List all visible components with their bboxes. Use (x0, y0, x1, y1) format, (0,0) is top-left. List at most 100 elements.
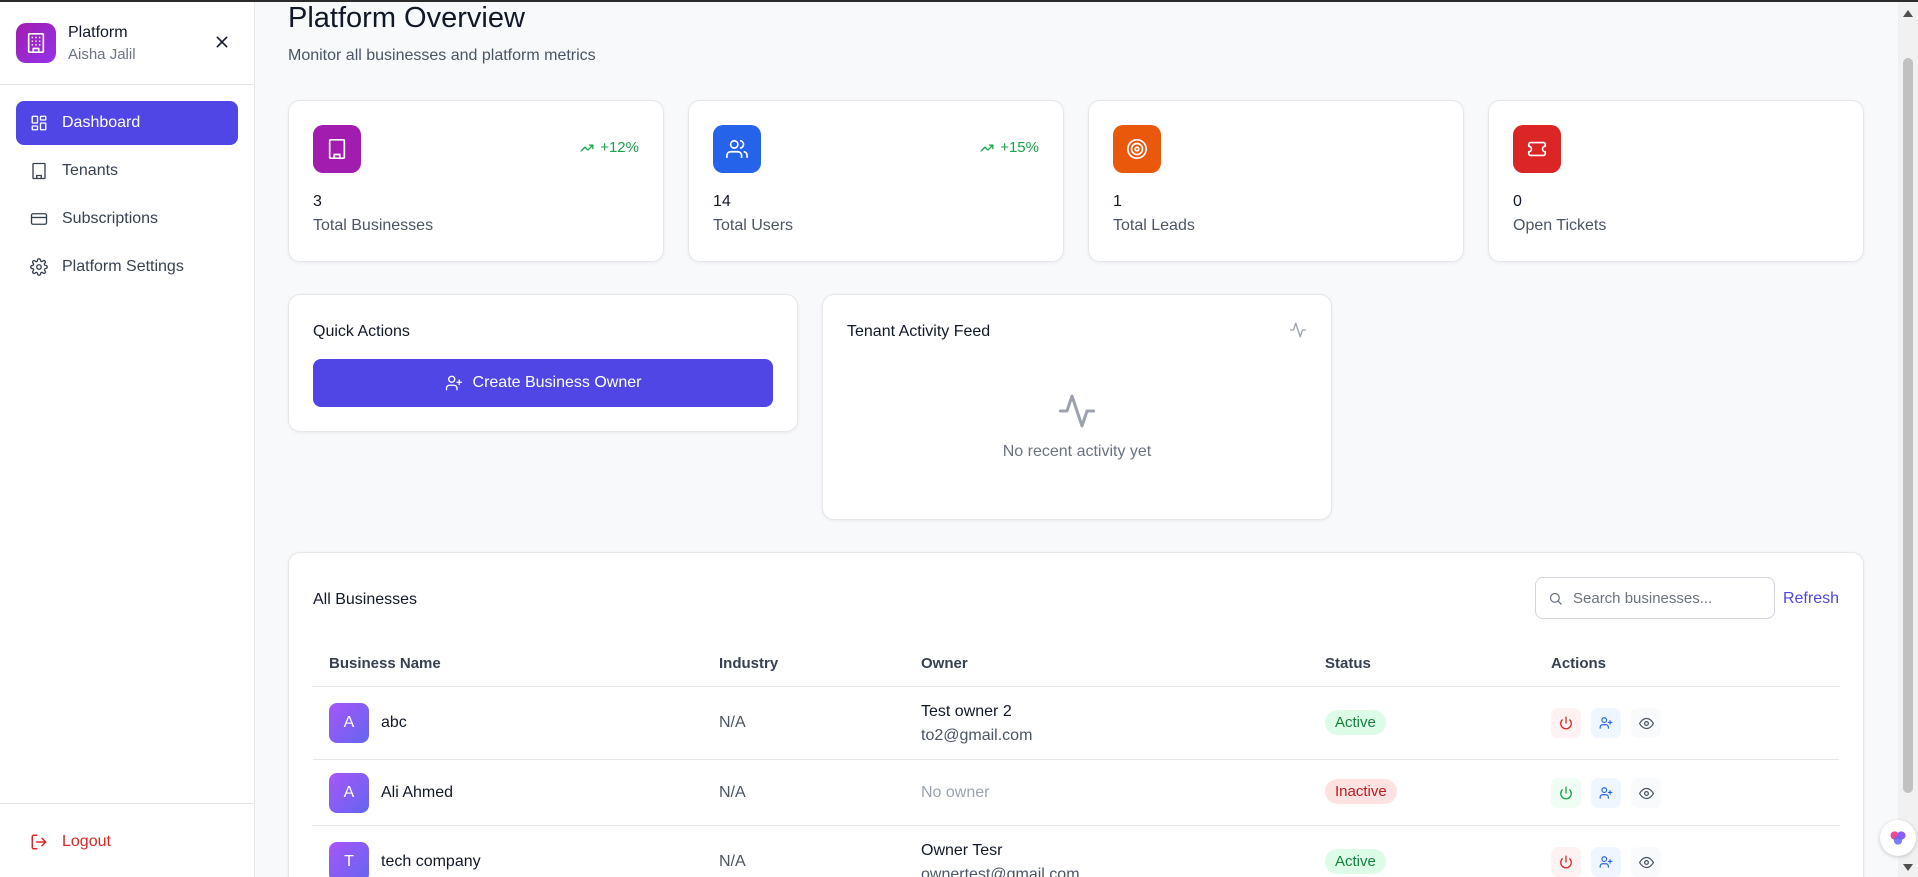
user-plus-icon (1599, 787, 1613, 799)
assign-owner-button[interactable] (1591, 847, 1621, 877)
trend-indicator: +12% (580, 139, 639, 156)
card-title: Tenant Activity Feed (847, 323, 991, 340)
industry: N/A (719, 784, 746, 801)
owner-name: No owner (921, 784, 990, 801)
status-badge: Inactive (1325, 779, 1397, 804)
power-icon (1560, 786, 1572, 800)
building-icon (32, 162, 46, 180)
trending-up-icon (580, 143, 594, 152)
refresh-button[interactable]: Refresh (1783, 590, 1839, 608)
scroll-thumb[interactable] (1903, 58, 1913, 793)
eye-icon (1638, 717, 1654, 729)
credit-card-icon (30, 213, 48, 225)
search-input[interactable] (1573, 589, 1753, 607)
owner-email: ownertest@gmail.com (921, 866, 1080, 877)
empty-state-text: No recent activity yet (1002, 443, 1152, 460)
stat-value: 0 (1513, 193, 1522, 210)
sidebar-nav: Dashboard Tenants Subscriptions Platform… (0, 85, 254, 305)
user-plus-icon (445, 375, 462, 391)
card-title: Quick Actions (313, 323, 410, 340)
grid-icon (31, 115, 47, 131)
stat-label: Open Tickets (1513, 217, 1607, 234)
stat-card-tickets: 0 Open Tickets (1488, 100, 1864, 262)
avatar: A (329, 773, 369, 813)
stat-value: 3 (313, 193, 322, 210)
trend-indicator: +15% (980, 139, 1039, 156)
sidebar-item-tenants[interactable]: Tenants (16, 149, 238, 193)
card-title: All Businesses (313, 591, 418, 608)
building-icon (313, 125, 361, 173)
scroll-up-arrow[interactable] (1903, 10, 1913, 17)
stat-label: Total Users (713, 217, 794, 234)
view-button[interactable] (1631, 708, 1661, 738)
power-icon (1560, 855, 1572, 869)
table-row: A Ali Ahmed N/A No owner Inactive (313, 760, 1839, 826)
stat-value: 14 (713, 193, 731, 210)
close-icon[interactable] (212, 32, 232, 52)
page-scrollbar[interactable] (1898, 2, 1918, 877)
page-subtitle: Monitor all businesses and platform metr… (288, 47, 596, 64)
status-badge: Active (1325, 849, 1386, 874)
toggle-status-button[interactable] (1551, 708, 1581, 738)
sidebar: Platform Aisha Jalil Dashboard Tenants S… (0, 2, 255, 877)
column-header: Industry (719, 655, 779, 672)
logout-button[interactable]: Logout (0, 803, 254, 877)
business-name: Ali Ahmed (381, 784, 454, 801)
activity-icon (1057, 391, 1097, 436)
eye-icon (1638, 787, 1654, 799)
column-header: Owner (921, 655, 968, 672)
toggle-status-button[interactable] (1551, 847, 1581, 877)
activity-icon (1289, 321, 1307, 344)
business-name: abc (381, 714, 407, 731)
owner-name: Test owner 2 (921, 703, 1012, 720)
user-plus-icon (1599, 856, 1613, 868)
ticket-icon (1513, 125, 1561, 173)
table-row: A abc N/A Test owner 2 to2@gmail.com Act… (313, 687, 1839, 760)
stat-value: 1 (1113, 193, 1122, 210)
owner-name: Owner Tesr (921, 842, 1003, 859)
view-button[interactable] (1631, 847, 1661, 877)
brand-title: Platform (68, 23, 128, 41)
column-header: Actions (1551, 655, 1607, 672)
sidebar-item-dashboard[interactable]: Dashboard (16, 101, 238, 145)
create-business-owner-button[interactable]: Create Business Owner (313, 359, 773, 407)
sidebar-item-label: Subscriptions (62, 210, 159, 227)
scroll-down-arrow[interactable] (1903, 864, 1913, 871)
quick-actions-card: Quick Actions Create Business Owner (288, 294, 798, 432)
avatar: A (329, 703, 369, 743)
sidebar-item-platform-settings[interactable]: Platform Settings (16, 245, 238, 289)
sidebar-item-subscriptions[interactable]: Subscriptions (16, 197, 238, 241)
avatar: T (329, 842, 369, 877)
status-badge: Active (1325, 710, 1386, 735)
sidebar-item-label: Platform Settings (62, 258, 184, 275)
trending-up-icon (980, 143, 994, 152)
stat-card-businesses: +12% 3 Total Businesses (288, 100, 664, 262)
industry: N/A (719, 853, 746, 870)
view-button[interactable] (1631, 778, 1661, 808)
assistant-icon[interactable] (1880, 820, 1916, 856)
power-icon (1560, 716, 1572, 730)
target-icon (1113, 125, 1161, 173)
search-icon (1549, 592, 1562, 605)
column-header: Business Name (329, 655, 441, 672)
all-businesses-card: All Businesses Refresh Business Name Ind… (288, 552, 1864, 877)
stat-card-leads: 1 Total Leads (1088, 100, 1464, 262)
assign-owner-button[interactable] (1591, 708, 1621, 738)
owner-email: to2@gmail.com (921, 727, 1033, 744)
search-box[interactable] (1535, 577, 1775, 619)
business-name: tech company (381, 853, 481, 870)
stat-card-users: +15% 14 Total Users (688, 100, 1064, 262)
main-content: Platform Overview Monitor all businesses… (256, 2, 1898, 877)
building-icon (16, 23, 56, 63)
assign-owner-button[interactable] (1591, 778, 1621, 808)
stat-label: Total Businesses (313, 217, 434, 234)
toggle-status-button[interactable] (1551, 778, 1581, 808)
brand-user-name: Aisha Jalil (68, 45, 136, 63)
sidebar-item-label: Tenants (62, 162, 119, 179)
sidebar-item-label: Dashboard (62, 114, 141, 131)
page-title: Platform Overview (288, 2, 525, 34)
column-header: Status (1325, 655, 1371, 672)
table-row: T tech company N/A Owner Tesr ownertest@… (313, 826, 1839, 877)
eye-icon (1638, 856, 1654, 868)
table-header: Business Name Industry Owner Status Acti… (313, 649, 1839, 687)
